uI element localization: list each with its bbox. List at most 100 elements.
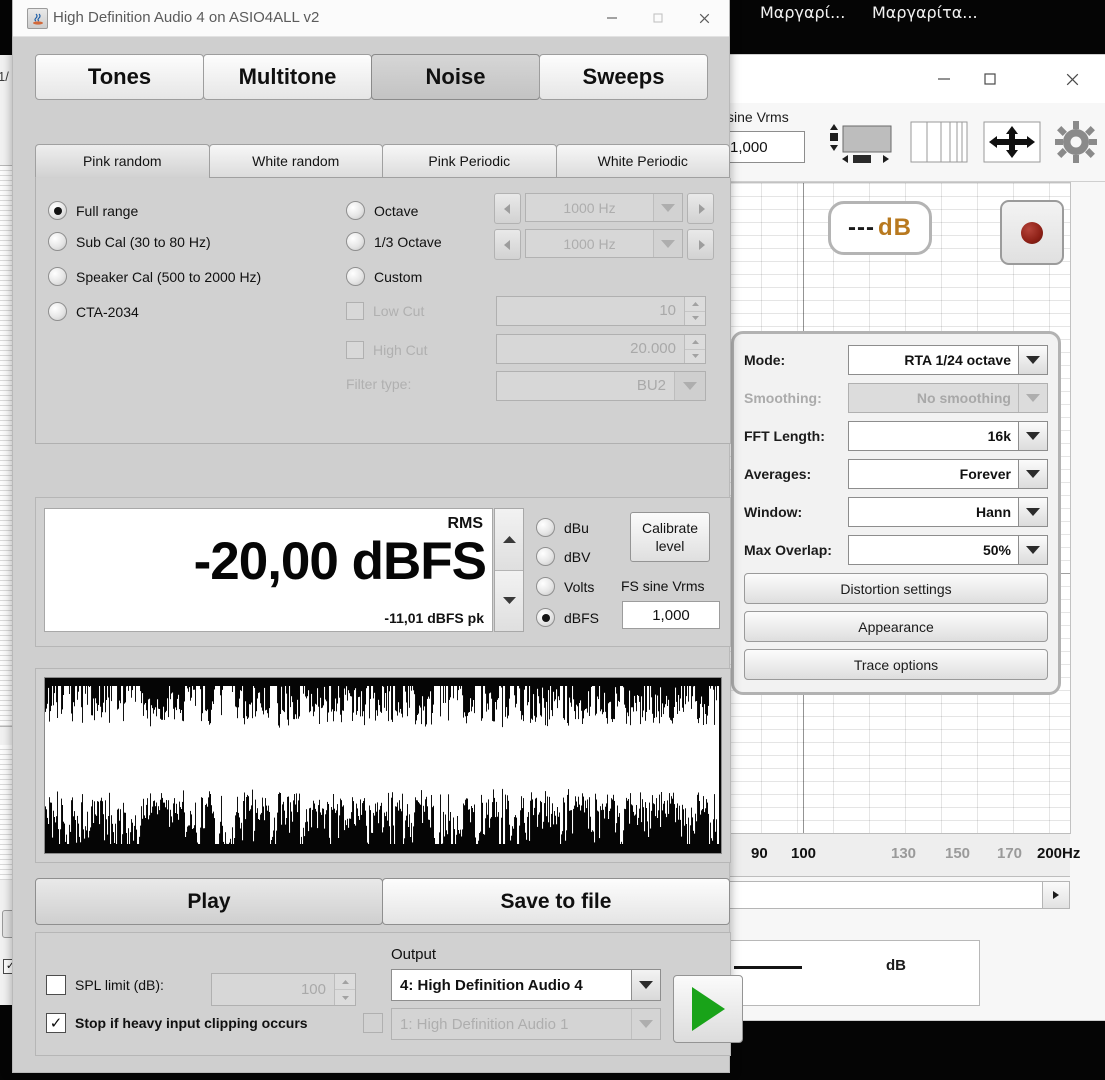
spinner-down-icon (335, 990, 355, 1005)
settings-value-smoothing: No smoothing (849, 384, 1018, 412)
distortion-settings-button[interactable]: Distortion settings (744, 573, 1048, 604)
peek-partial-text: 1/ (0, 69, 9, 84)
radio-indicator (48, 267, 67, 286)
settings-combo-fft-length[interactable]: 16k (848, 421, 1048, 451)
spl-limit-checkbox[interactable] (46, 975, 66, 995)
spl-limit-row[interactable]: SPL limit (dB): (46, 975, 164, 995)
db-readout-unit: dB (878, 214, 912, 242)
analyzer-minimize-button[interactable] (921, 55, 967, 103)
analyzer-fs-sine-value[interactable]: 1,000 (723, 131, 805, 163)
spinner-buttons (684, 297, 705, 325)
legend-trace-line (734, 966, 802, 969)
radio-dbfs[interactable]: dBFS (536, 608, 599, 627)
chevron-down-icon[interactable] (631, 970, 660, 1000)
analyzer-titlebar[interactable] (725, 55, 1105, 103)
settings-combo-mode[interactable]: RTA 1/24 octave (848, 345, 1048, 375)
radio-speaker-cal[interactable]: Speaker Cal (500 to 2000 Hz) (48, 267, 261, 286)
level-spinner-down-icon[interactable] (495, 571, 523, 632)
subtab-pink-random[interactable]: Pink random (35, 144, 210, 178)
play-button[interactable]: Play (35, 878, 383, 925)
high-cut-value: 20.000 (497, 335, 684, 363)
analyzer-maximize-button[interactable] (967, 55, 1013, 103)
action-button-row: Play Save to file (35, 878, 729, 925)
play-triangle-icon (692, 987, 725, 1031)
radio-dbv[interactable]: dBV (536, 547, 590, 566)
level-spinner[interactable] (494, 508, 524, 632)
graph-legend: dB (725, 940, 980, 1006)
generator-minimize-button[interactable] (589, 0, 635, 36)
stop-clipping-row[interactable]: ✓ Stop if heavy input clipping occurs (46, 1013, 308, 1033)
gear-icon[interactable] (1055, 121, 1097, 163)
arrow-right-icon (687, 193, 714, 224)
radio-full-range[interactable]: Full range (48, 201, 138, 220)
record-button[interactable] (1000, 200, 1064, 265)
freq-tick-90: 90 (751, 845, 768, 862)
third-octave-frequency-combo: 1000 Hz (494, 229, 714, 258)
radio-indicator (48, 302, 67, 321)
desktop-icon-label-1[interactable]: Μαργαρί... (760, 3, 845, 22)
settings-row-mode: Mode: RTA 1/24 octave (744, 344, 1048, 376)
frequency-value: 1000 Hz (526, 236, 653, 252)
subtab-white-periodic[interactable]: White Periodic (556, 144, 731, 178)
tab-multitone[interactable]: Multitone (203, 54, 372, 100)
minimize-icon (605, 11, 619, 25)
settings-combo-averages[interactable]: Forever (848, 459, 1048, 489)
tab-sweeps[interactable]: Sweeps (539, 54, 708, 100)
rta-graph[interactable]: ---dB Mode: RTA 1/24 octave Smoothing: N… (725, 182, 1071, 834)
analyzer-toolbar: sine Vrms 1,000 (725, 103, 1105, 182)
settings-combo-window[interactable]: Hann (848, 497, 1048, 527)
radio-indicator (536, 608, 555, 627)
high-cut-spinner: 20.000 (496, 334, 706, 364)
chevron-down-icon[interactable] (1018, 498, 1047, 526)
pan-scroll-icon[interactable] (825, 121, 897, 167)
waveform-display[interactable] (44, 677, 722, 854)
scrollbar-track[interactable] (726, 882, 1042, 908)
desktop-icon-label-2[interactable]: Μαργαρίτα... (872, 3, 978, 22)
radio-volts[interactable]: Volts (536, 577, 594, 596)
output-primary-combo[interactable]: 4: High Definition Audio 4 (391, 969, 661, 1001)
scroll-right-icon[interactable] (1042, 882, 1069, 908)
level-spinner-up-icon[interactable] (495, 509, 523, 571)
stop-clipping-checkbox[interactable]: ✓ (46, 1013, 66, 1033)
radio-third-octave[interactable]: 1/3 Octave (346, 232, 442, 251)
frequency-value: 1000 Hz (526, 200, 653, 216)
tab-noise[interactable]: Noise (371, 54, 540, 100)
radio-label: CTA-2034 (76, 304, 139, 320)
settings-combo-max-overlap[interactable]: 50% (848, 535, 1048, 565)
settings-label-mode: Mode: (744, 352, 848, 368)
analyzer-close-button[interactable] (1049, 55, 1095, 103)
radio-sub-cal[interactable]: Sub Cal (30 to 80 Hz) (48, 232, 211, 251)
subtab-pink-periodic[interactable]: Pink Periodic (382, 144, 557, 178)
chevron-down-icon[interactable] (1018, 346, 1047, 374)
move-arrows-icon[interactable] (983, 121, 1041, 163)
chevron-down-icon (1018, 384, 1047, 412)
calibrate-level-button[interactable]: Calibrate level (630, 512, 710, 562)
columns-grid-icon[interactable] (910, 121, 968, 163)
chevron-down-icon[interactable] (1018, 460, 1047, 488)
subtab-white-random[interactable]: White random (209, 144, 384, 178)
radio-label: Full range (76, 203, 138, 219)
level-display: RMS -20,00 dBFS -11,01 dBFS pk (44, 508, 493, 632)
radio-dbu[interactable]: dBu (536, 518, 589, 537)
generator-titlebar[interactable]: High Definition Audio 4 on ASIO4ALL v2 (13, 0, 729, 37)
calibrate-line-2: level (656, 537, 685, 555)
tab-tones[interactable]: Tones (35, 54, 204, 100)
radio-cta-2034[interactable]: CTA-2034 (48, 302, 139, 321)
radio-label: Volts (564, 579, 594, 595)
trace-options-button[interactable]: Trace options (744, 649, 1048, 680)
spinner-up-icon (685, 335, 705, 350)
radio-custom[interactable]: Custom (346, 267, 422, 286)
fs-sine-vrms-input[interactable]: 1,000 (622, 601, 720, 629)
generator-close-button[interactable] (681, 0, 727, 36)
close-icon (1064, 71, 1081, 88)
chevron-down-icon[interactable] (1018, 536, 1047, 564)
appearance-button[interactable]: Appearance (744, 611, 1048, 642)
settings-row-smoothing: Smoothing: No smoothing (744, 382, 1048, 414)
save-to-file-button[interactable]: Save to file (382, 878, 730, 925)
generate-play-button[interactable] (673, 975, 743, 1043)
radio-octave[interactable]: Octave (346, 201, 418, 220)
db-readout-dashes: --- (848, 214, 875, 242)
freq-tick-150: 150 (945, 845, 970, 862)
chevron-down-icon[interactable] (1018, 422, 1047, 450)
horizontal-scrollbar[interactable] (725, 881, 1070, 909)
